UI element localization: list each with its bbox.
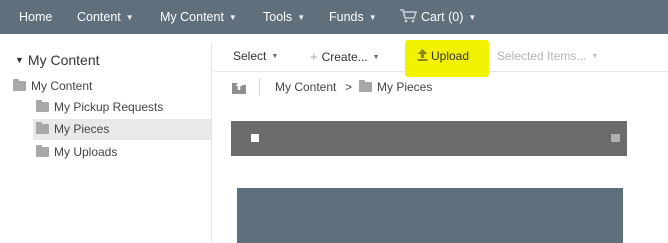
- tree-item-my-pickup-requests[interactable]: My Pickup Requests: [33, 97, 209, 118]
- plus-icon: +: [310, 49, 318, 64]
- chevron-down-icon: ▼: [125, 13, 134, 22]
- collapse-triangle-icon[interactable]: ▼: [15, 55, 24, 65]
- nav-my-content-menu[interactable]: My Content ▼: [160, 0, 237, 34]
- main-panel: Select ▼ + Create... ▼ Upload Selected Item…: [214, 40, 668, 243]
- nav-content-label: Content: [77, 10, 121, 24]
- chevron-down-icon: ▼: [468, 13, 477, 22]
- app-window: Home Content ▼ My Content ▼ Tools ▼ Funds ▼ …: [0, 0, 668, 243]
- breadcrumb-root-label: My Content: [275, 80, 337, 94]
- breadcrumb: My Content > My Pieces: [214, 73, 668, 101]
- nav-funds-label: Funds: [329, 10, 364, 24]
- chevron-down-icon: ▼: [591, 53, 599, 60]
- nav-my-content-label: My Content: [160, 10, 224, 24]
- sidebar: ▼ My Content My Content My Pickup Request…: [9, 43, 212, 243]
- select-button[interactable]: Select ▼: [233, 43, 278, 72]
- sidebar-header[interactable]: ▼ My Content: [15, 52, 100, 68]
- tree-item-label: My Content: [31, 79, 93, 93]
- top-nav-bar: Home Content ▼ My Content ▼ Tools ▼ Funds ▼ …: [0, 0, 668, 34]
- chevron-down-icon: ▼: [368, 13, 377, 22]
- breadcrumb-current-label: My Pieces: [377, 80, 433, 94]
- content-list-header: [231, 121, 627, 156]
- breadcrumb-divider: [259, 78, 260, 95]
- up-level-icon[interactable]: [232, 81, 246, 94]
- create-label: Create...: [321, 50, 368, 64]
- cart-icon: [400, 9, 417, 23]
- breadcrumb-current[interactable]: My Pieces: [359, 73, 432, 101]
- tree-item-my-uploads[interactable]: My Uploads: [33, 142, 209, 163]
- nav-cart-menu[interactable]: Cart (0) ▼: [399, 0, 476, 34]
- tree-item-label: My Pickup Requests: [54, 100, 164, 114]
- select-all-checkbox[interactable]: [251, 134, 259, 142]
- folder-icon: [36, 145, 49, 157]
- sidebar-title: My Content: [27, 52, 100, 68]
- tree-item-my-content[interactable]: My Content: [13, 76, 209, 97]
- nav-tools-label: Tools: [263, 10, 293, 24]
- breadcrumb-separator: >: [345, 80, 353, 94]
- nav-home[interactable]: Home: [19, 0, 52, 34]
- folder-icon: [36, 122, 49, 134]
- selected-items-label: Selected Items...: [497, 49, 587, 63]
- nav-home-label: Home: [19, 10, 53, 24]
- upload-label: Upload: [431, 49, 470, 63]
- upload-arrow-icon: [417, 49, 428, 61]
- chevron-down-icon: ▼: [297, 13, 306, 22]
- folder-icon: [359, 80, 372, 92]
- tree-item-label: My Uploads: [54, 145, 118, 159]
- nav-funds-menu[interactable]: Funds ▼: [329, 0, 377, 34]
- chevron-down-icon: ▼: [372, 54, 380, 61]
- selected-items-button[interactable]: Selected Items... ▼: [497, 43, 598, 72]
- chevron-down-icon: ▼: [228, 13, 237, 22]
- create-button[interactable]: + Create... ▼: [310, 43, 380, 72]
- folder-icon: [13, 79, 26, 91]
- chevron-down-icon: ▼: [271, 53, 279, 60]
- nav-content-menu[interactable]: Content ▼: [77, 0, 134, 34]
- select-label: Select: [233, 49, 267, 63]
- toolbar: Select ▼ + Create... ▼ Upload Selected Item…: [214, 40, 668, 77]
- tree-item-label: My Pieces: [54, 122, 110, 136]
- folder-icon: [36, 100, 49, 112]
- tree-item-my-pieces[interactable]: My Pieces: [33, 119, 211, 140]
- nav-cart-label: Cart (0): [421, 10, 464, 24]
- breadcrumb-root[interactable]: My Content: [275, 73, 336, 101]
- content-item-tile[interactable]: [237, 188, 623, 243]
- view-toggle-icon[interactable]: [611, 134, 620, 142]
- nav-tools-menu[interactable]: Tools ▼: [263, 0, 305, 34]
- upload-button[interactable]: Upload: [417, 43, 469, 72]
